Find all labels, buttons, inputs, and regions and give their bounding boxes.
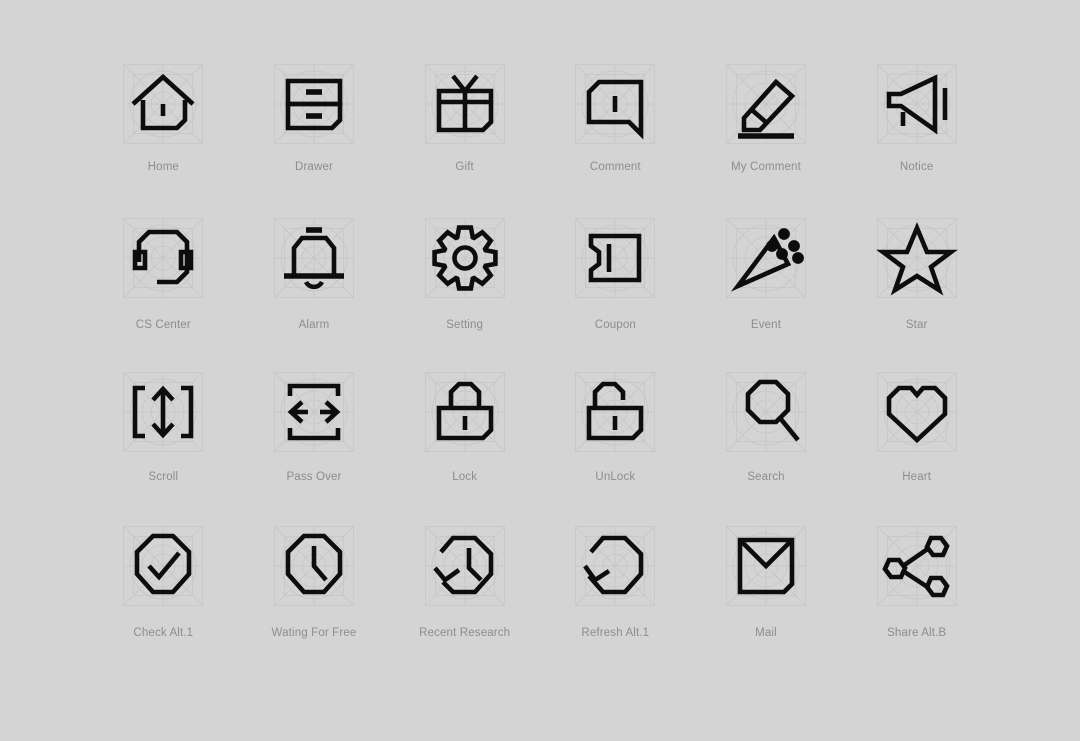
icon-share-alt-b[interactable] [873, 522, 961, 610]
icon-cell-alarm[interactable]: Alarm [239, 214, 390, 368]
icon-event[interactable] [722, 214, 810, 302]
megaphone-icon [886, 74, 947, 135]
pencil-icon [737, 78, 796, 139]
icon-label-comment: Comment [589, 161, 641, 173]
headset-icon [133, 229, 194, 285]
horizontal-arrows-icon [287, 383, 341, 441]
icon-cell-recent-research[interactable]: Recent Research [389, 522, 540, 676]
icon-gift[interactable] [421, 60, 509, 148]
icon-label-gift: Gift [455, 161, 474, 173]
icon-label-heart: Heart [902, 471, 932, 483]
check-circle-icon [135, 533, 192, 595]
bell-icon [283, 227, 344, 290]
icon-cell-star[interactable]: Star [841, 214, 992, 368]
icon-cell-heart[interactable]: Heart [841, 368, 992, 522]
icon-refresh-alt-1[interactable] [571, 522, 659, 610]
ticket-icon [589, 233, 642, 283]
icon-lock[interactable] [421, 368, 509, 456]
icon-cell-home[interactable]: Home [88, 60, 239, 214]
icon-comment[interactable] [571, 60, 659, 148]
icon-cell-drawer[interactable]: Drawer [239, 60, 390, 214]
icon-label-drawer: Drawer [295, 161, 333, 173]
icon-search[interactable] [722, 368, 810, 456]
drawer-icon [285, 78, 343, 131]
icon-label-check-alt-1: Check Alt.1 [133, 627, 194, 639]
icon-label-mail: Mail [755, 627, 777, 639]
icon-label-recent-research: Recent Research [419, 627, 511, 639]
icon-cell-gift[interactable]: Gift [389, 60, 540, 214]
icon-check-alt-1[interactable] [119, 522, 207, 610]
icon-notice[interactable] [873, 60, 961, 148]
icon-cell-share-alt-b[interactable]: Share Alt.B [841, 522, 992, 676]
icon-sheet: Home Drawer Gift Comment My Comment Notice CS … [0, 0, 1080, 741]
icon-home[interactable] [119, 60, 207, 148]
icon-cell-search[interactable]: Search [691, 368, 842, 522]
envelope-icon [737, 537, 795, 595]
lock-icon [436, 381, 493, 441]
icon-recent-research[interactable] [421, 522, 509, 610]
gear-icon [431, 225, 498, 291]
party-popper-icon [730, 228, 804, 292]
icon-cell-notice[interactable]: Notice [841, 60, 992, 214]
icon-grid: Home Drawer Gift Comment My Comment Notice CS … [88, 60, 992, 676]
icon-cell-coupon[interactable]: Coupon [540, 214, 691, 368]
icon-label-search: Search [747, 471, 785, 483]
icon-cell-refresh-alt-1[interactable]: Refresh Alt.1 [540, 522, 691, 676]
icon-label-lock: Lock [452, 471, 478, 483]
icon-heart[interactable] [873, 368, 961, 456]
icon-cell-event[interactable]: Event [691, 214, 842, 368]
icon-wating-for-free[interactable] [270, 522, 358, 610]
icon-label-setting: Setting [446, 319, 484, 331]
icon-coupon[interactable] [571, 214, 659, 302]
magnifier-icon [745, 379, 800, 442]
heart-icon [886, 385, 947, 444]
icon-label-refresh-alt-1: Refresh Alt.1 [581, 627, 650, 639]
icon-star[interactable] [873, 214, 961, 302]
icon-label-notice: Notice [899, 161, 934, 173]
icon-label-cs-center: CS Center [135, 319, 191, 331]
icon-label-alarm: Alarm [298, 319, 330, 331]
icon-cs-center[interactable] [119, 214, 207, 302]
icon-label-pass-over: Pass Over [286, 471, 342, 483]
clock-rewind-icon [432, 535, 493, 595]
icon-label-scroll: Scroll [148, 471, 179, 483]
icon-cell-wating-for-free[interactable]: Wating For Free [239, 522, 390, 676]
icon-setting[interactable] [421, 214, 509, 302]
icon-scroll[interactable] [119, 368, 207, 456]
icon-cell-scroll[interactable]: Scroll [88, 368, 239, 522]
icon-label-wating-for-free: Wating For Free [271, 627, 357, 639]
icon-cell-check-alt-1[interactable]: Check Alt.1 [88, 522, 239, 676]
icon-cell-setting[interactable]: Setting [389, 214, 540, 368]
refresh-icon [583, 535, 644, 595]
icon-cell-lock[interactable]: Lock [389, 368, 540, 522]
comment-icon [587, 79, 644, 140]
icon-label-unlock: UnLock [595, 471, 636, 483]
vertical-arrows-icon [133, 385, 194, 439]
icon-label-star: Star [905, 319, 928, 331]
icon-cell-cs-center[interactable]: CS Center [88, 214, 239, 368]
icon-label-event: Event [750, 319, 782, 331]
home-icon [131, 73, 195, 131]
star-icon [875, 222, 958, 296]
icon-cell-my-comment[interactable]: My Comment [691, 60, 842, 214]
unlock-icon [587, 381, 644, 441]
icon-drawer[interactable] [270, 60, 358, 148]
icon-label-coupon: Coupon [594, 319, 636, 331]
clock-icon [285, 533, 343, 595]
icon-unlock[interactable] [571, 368, 659, 456]
icon-alarm[interactable] [270, 214, 358, 302]
icon-label-my-comment: My Comment [731, 161, 801, 173]
icon-cell-unlock[interactable]: UnLock [540, 368, 691, 522]
icon-cell-comment[interactable]: Comment [540, 60, 691, 214]
gift-icon [436, 74, 493, 133]
icon-cell-mail[interactable]: Mail [691, 522, 842, 676]
icon-pass-over[interactable] [270, 368, 358, 456]
icon-mail[interactable] [722, 522, 810, 610]
icon-my-comment[interactable] [722, 60, 810, 148]
icon-label-home: Home [147, 161, 179, 173]
share-nodes-icon [882, 535, 950, 598]
icon-label-share-alt-b: Share Alt.B [887, 627, 947, 639]
icon-cell-pass-over[interactable]: Pass Over [239, 368, 390, 522]
